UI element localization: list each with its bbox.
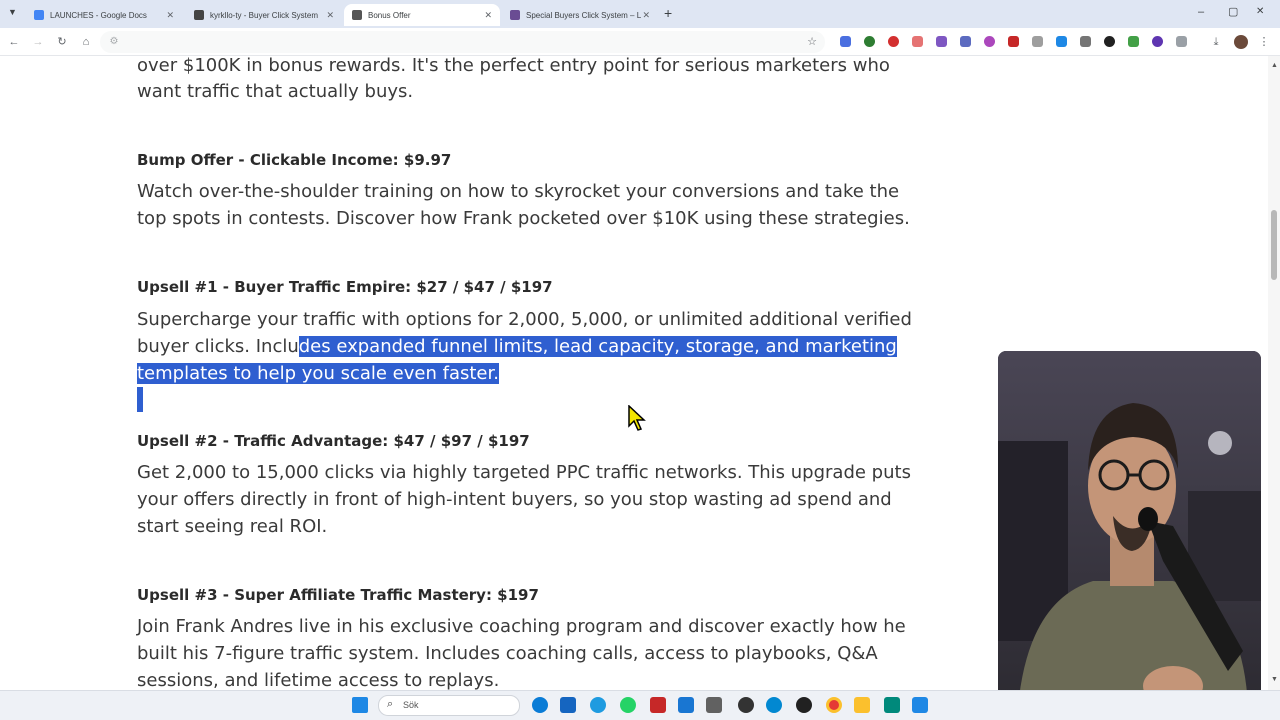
profile-avatar[interactable] xyxy=(1234,35,1248,49)
site-favicon-icon xyxy=(510,10,520,20)
scroll-up-icon[interactable]: ▲ xyxy=(1271,62,1278,69)
taskbar-app-icon[interactable] xyxy=(706,697,722,713)
tab-title: Special Buyers Click System – L xyxy=(526,10,642,20)
webcam-overlay xyxy=(998,351,1261,707)
bump-offer-line: top spots in contests. Discover how Fran… xyxy=(137,208,910,229)
tab-list-dropdown-icon[interactable]: ▼ xyxy=(8,7,17,17)
intro-line: over $100K in bonus rewards. It's the pe… xyxy=(137,56,890,76)
selected-text: templates to help you scale even faster. xyxy=(137,363,499,384)
bump-offer-line: Watch over-the-shoulder training on how … xyxy=(137,181,900,202)
new-tab-button[interactable]: + xyxy=(664,5,672,21)
extension-icon[interactable] xyxy=(1104,36,1115,47)
home-icon[interactable]: ⌂ xyxy=(78,34,94,50)
upsell-1-line: Supercharge your traffic with options fo… xyxy=(137,309,912,330)
taskbar-app-icon[interactable] xyxy=(650,697,666,713)
unselected-text: buyer clicks. Inclu xyxy=(137,336,299,357)
forward-icon[interactable]: → xyxy=(30,34,46,50)
chrome-icon[interactable] xyxy=(826,697,842,713)
taskbar-app-icon[interactable] xyxy=(884,697,900,713)
site-favicon-icon xyxy=(352,10,362,20)
taskbar-search[interactable]: ⌕ Sök xyxy=(378,695,520,716)
extension-icon[interactable] xyxy=(888,36,899,47)
reload-icon[interactable]: ↻ xyxy=(54,34,70,50)
extension-icon[interactable] xyxy=(936,36,947,47)
upsell-2-heading: Upsell #2 - Traffic Advantage: $47 / $97… xyxy=(137,432,530,450)
extension-icon[interactable] xyxy=(960,36,971,47)
close-icon[interactable]: ✕ xyxy=(642,10,650,21)
taskbar-app-icon[interactable] xyxy=(738,697,754,713)
taskbar-search-text: Sök xyxy=(403,700,419,710)
extension-icon[interactable] xyxy=(864,36,875,47)
tab-title: Bonus Offer xyxy=(368,10,411,20)
close-window-button[interactable]: ✕ xyxy=(1256,6,1264,17)
upsell-3-line: Join Frank Andres live in his exclusive … xyxy=(137,616,906,637)
file-explorer-icon[interactable] xyxy=(854,697,870,713)
tab-bar: ▼ LAUNCHES - Google Docs ✕ kyrkllo-ty - … xyxy=(0,0,1280,28)
extension-icon[interactable] xyxy=(1056,36,1067,47)
upsell-1-line: templates to help you scale even faster. xyxy=(137,360,897,387)
upsell-2-line: your offers directly in front of high-in… xyxy=(137,489,892,510)
google-docs-icon xyxy=(34,10,44,20)
close-icon[interactable]: ✕ xyxy=(484,10,492,21)
back-icon[interactable]: ← xyxy=(6,34,22,50)
tab-launches[interactable]: LAUNCHES - Google Docs ✕ xyxy=(26,4,182,26)
extension-icon[interactable] xyxy=(1032,36,1043,47)
taskbar-app-icon[interactable] xyxy=(796,697,812,713)
scrollbar-thumb[interactable] xyxy=(1271,210,1277,280)
minimize-button[interactable]: – xyxy=(1198,6,1204,18)
extensions-puzzle-icon[interactable] xyxy=(1176,36,1187,47)
extension-icon[interactable] xyxy=(1008,36,1019,47)
search-icon: ⌕ xyxy=(387,698,394,710)
taskbar-app-icon[interactable] xyxy=(590,697,606,713)
taskbar-app-icon[interactable] xyxy=(532,697,548,713)
maximize-button[interactable]: ▢ xyxy=(1228,5,1238,18)
upsell-2-line: start seeing real ROI. xyxy=(137,516,328,537)
taskbar-app-icon[interactable] xyxy=(678,697,694,713)
bump-offer-heading: Bump Offer - Clickable Income: $9.97 xyxy=(137,151,452,169)
tab-title: LAUNCHES - Google Docs xyxy=(50,10,147,20)
extension-icon[interactable] xyxy=(912,36,923,47)
intro-line: want traffic that actually buys. xyxy=(137,81,414,102)
windows-taskbar: ⌕ Sök xyxy=(0,690,1280,720)
tab-title: kyrkllo-ty - Buyer Click System xyxy=(210,10,319,20)
upsell-3-line: built his 7-figure traffic system. Inclu… xyxy=(137,643,878,664)
site-favicon-icon xyxy=(194,10,204,20)
tab-special-buyers[interactable]: Special Buyers Click System – L ✕ xyxy=(502,4,658,26)
extension-icon[interactable] xyxy=(1080,36,1091,47)
whatsapp-icon[interactable] xyxy=(620,697,636,713)
selection-caret xyxy=(137,387,143,412)
address-bar[interactable] xyxy=(100,31,825,53)
tab-bonus-offer[interactable]: Bonus Offer ✕ xyxy=(344,4,500,26)
menu-icon[interactable]: ⋮ xyxy=(1256,34,1272,50)
upsell-2-line: Get 2,000 to 15,000 clicks via highly ta… xyxy=(137,462,911,483)
upsell-1-heading: Upsell #1 - Buyer Traffic Empire: $27 / … xyxy=(137,278,553,296)
mouse-cursor-icon xyxy=(628,405,646,431)
taskbar-app-icon[interactable] xyxy=(912,697,928,713)
upsell-1-line: buyer clicks. Includes expanded funnel l… xyxy=(137,333,897,360)
scroll-down-icon[interactable]: ▼ xyxy=(1271,676,1278,683)
start-button[interactable] xyxy=(352,697,368,713)
presenter-video-image xyxy=(998,351,1261,707)
scrollbar[interactable]: ▲ ▼ xyxy=(1268,56,1280,690)
taskbar-app-icon[interactable] xyxy=(560,697,576,713)
close-icon[interactable]: ✕ xyxy=(326,10,334,21)
extension-icon[interactable] xyxy=(984,36,995,47)
extension-icon[interactable] xyxy=(1152,36,1163,47)
tab-buyer-click-system[interactable]: kyrkllo-ty - Buyer Click System ✕ xyxy=(186,4,342,26)
upsell-3-heading: Upsell #3 - Super Affiliate Traffic Mast… xyxy=(137,586,539,604)
taskbar-app-icon[interactable] xyxy=(766,697,782,713)
selected-text: des expanded funnel limits, lead capacit… xyxy=(298,336,897,357)
bookmark-star-icon[interactable]: ☆ xyxy=(804,34,820,50)
downloads-icon[interactable]: ⤓ xyxy=(1208,34,1224,50)
close-icon[interactable]: ✕ xyxy=(166,10,174,21)
extension-icon[interactable] xyxy=(1128,36,1139,47)
upsell-3-line: sessions, and lifetime access to replays… xyxy=(137,670,500,690)
extension-icon[interactable] xyxy=(840,36,851,47)
